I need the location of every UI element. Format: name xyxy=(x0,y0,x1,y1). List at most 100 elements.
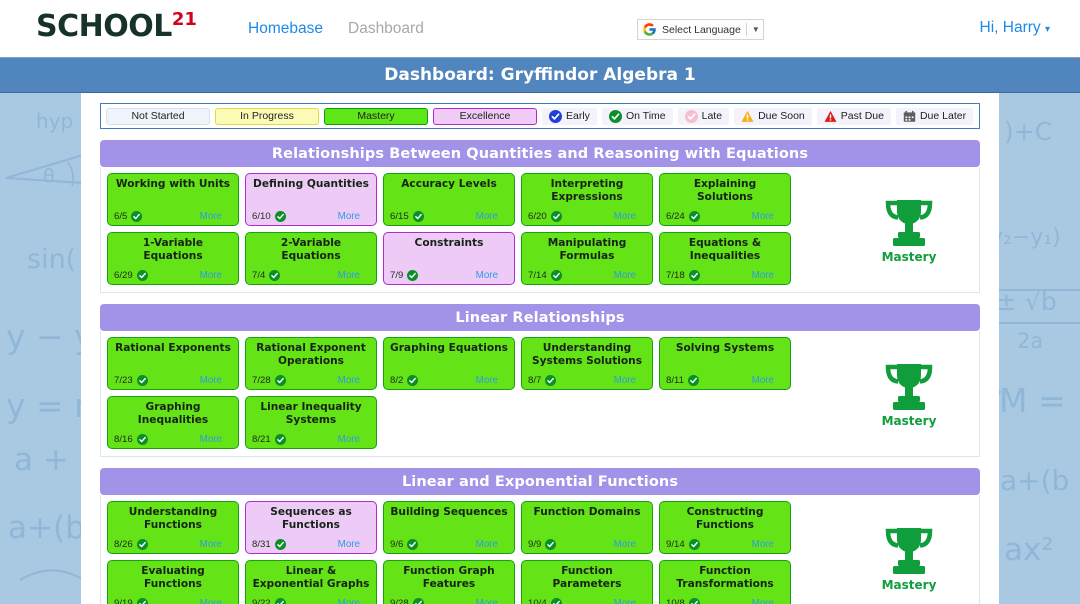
chevron-down-icon[interactable]: ▼ xyxy=(752,25,760,34)
user-menu[interactable]: Hi, Harry ▾ xyxy=(980,19,1050,37)
legend-timing-late[interactable]: Late xyxy=(677,107,730,125)
tile-more-link[interactable]: More xyxy=(200,211,222,222)
tile-due-date: 9/6 xyxy=(390,539,404,550)
tile-due-date: 9/14 xyxy=(666,539,685,550)
standard-tile[interactable]: Understanding Functions 8/26 More xyxy=(107,501,239,554)
standard-tile[interactable]: Working with Units 6/5 More xyxy=(107,173,239,226)
standard-tile[interactable]: Function Graph Features 9/28 More xyxy=(383,560,515,604)
tile-more-link[interactable]: More xyxy=(200,598,222,604)
tile-more-link[interactable]: More xyxy=(338,434,360,445)
standard-tile[interactable]: Rational Exponent Operations 7/28 More xyxy=(245,337,377,390)
standard-tile[interactable]: Function Domains 9/9 More xyxy=(521,501,653,554)
legend-status-ns[interactable]: Not Started xyxy=(106,107,210,125)
legend-status-ip[interactable]: In Progress xyxy=(215,107,319,125)
standard-tile[interactable]: Understanding Systems Solutions 8/7 More xyxy=(521,337,653,390)
tile-more-link[interactable]: More xyxy=(476,211,498,222)
standard-tile[interactable]: Evaluating Functions 9/19 More xyxy=(107,560,239,604)
tile-more-link[interactable]: More xyxy=(338,539,360,550)
tile-more-link[interactable]: More xyxy=(614,270,636,281)
tile-more-link[interactable]: More xyxy=(752,270,774,281)
tile-more-link[interactable]: More xyxy=(338,211,360,222)
tile-more-link[interactable]: More xyxy=(200,270,222,281)
tile-more-link[interactable]: More xyxy=(752,539,774,550)
bg-note-plusc: )+C xyxy=(1004,117,1052,146)
bg-note-apb2: a+(b xyxy=(1000,464,1069,497)
standard-tile[interactable]: Function Parameters 10/4 More xyxy=(521,560,653,604)
nav-link-homebase[interactable]: Homebase xyxy=(248,20,323,38)
tile-more-link[interactable]: More xyxy=(614,539,636,550)
tile-more-link[interactable]: More xyxy=(200,434,222,445)
legend-timing-due-later[interactable]: Due Later xyxy=(895,107,974,125)
check-circle-green-icon xyxy=(407,539,419,550)
tile-more-link[interactable]: More xyxy=(476,598,498,604)
legend-timing-early[interactable]: Early xyxy=(542,107,597,125)
standard-tile[interactable]: Equations & Inequalities 7/18 More xyxy=(659,232,791,285)
tile-due-date: 7/23 xyxy=(114,375,133,386)
tile-more-link[interactable]: More xyxy=(476,270,498,281)
tile-more-link[interactable]: More xyxy=(752,375,774,386)
warning-triangle-amber-icon xyxy=(741,110,754,123)
tile-more-link[interactable]: More xyxy=(338,270,360,281)
standard-tile[interactable]: Linear Inequality Systems 8/21 More xyxy=(245,396,377,449)
standard-tile[interactable]: Solving Systems 8/11 More xyxy=(659,337,791,390)
standard-tile[interactable]: Accuracy Levels 6/15 More xyxy=(383,173,515,226)
standard-tile[interactable]: 2-Variable Equations 7/4 More xyxy=(245,232,377,285)
calendar-gray-icon xyxy=(903,110,916,123)
tile-more-link[interactable]: More xyxy=(200,539,222,550)
check-circle-green-icon xyxy=(545,375,557,386)
check-circle-green-icon xyxy=(412,598,424,604)
logo-text: SCHOOL xyxy=(36,9,172,44)
language-selector[interactable]: Select Language ▼ xyxy=(637,19,764,40)
tile-more-link[interactable]: More xyxy=(614,598,636,604)
standard-tile[interactable]: Defining Quantities 6/10 More xyxy=(245,173,377,226)
tile-more-link[interactable]: More xyxy=(614,211,636,222)
standard-tile[interactable]: Sequences as Functions 8/31 More xyxy=(245,501,377,554)
legend-timing-due-soon[interactable]: Due Soon xyxy=(734,107,812,125)
tile-title: Graphing Inequalities xyxy=(137,401,209,426)
standard-tile[interactable]: Constraints 7/9 More xyxy=(383,232,515,285)
legend-status-ma[interactable]: Mastery xyxy=(324,107,428,125)
standard-tile[interactable]: 1-Variable Equations 6/29 More xyxy=(107,232,239,285)
standard-tile[interactable]: Manipulating Formulas 7/14 More xyxy=(521,232,653,285)
tile-due-date: 8/21 xyxy=(252,434,271,445)
tile-grid: Understanding Functions 8/26 More Sequences… xyxy=(107,501,845,604)
section-header[interactable]: Linear and Exponential Functions xyxy=(100,468,980,495)
school21-logo[interactable]: SCHOOL21 xyxy=(36,9,197,44)
standard-tile[interactable]: Constructing Functions 9/14 More xyxy=(659,501,791,554)
legend-timing-label: Due Later xyxy=(919,110,967,122)
tile-more-link[interactable]: More xyxy=(476,375,498,386)
tile-due-date: 7/9 xyxy=(390,270,404,281)
standard-tile[interactable]: Explaining Solutions 6/24 More xyxy=(659,173,791,226)
check-circle-green-icon xyxy=(136,539,148,550)
standard-tile[interactable]: Interpreting Expressions 6/20 More xyxy=(521,173,653,226)
tile-more-link[interactable]: More xyxy=(338,598,360,604)
top-navigation-bar: SCHOOL21 Homebase Dashboard Select Langu… xyxy=(0,0,1080,57)
tile-more-link[interactable]: More xyxy=(476,539,498,550)
nav-link-dashboard[interactable]: Dashboard xyxy=(348,20,424,38)
tile-grid: Rational Exponents 7/23 More Rational Expon… xyxy=(107,337,845,449)
legend-timing-past-due[interactable]: Past Due xyxy=(816,107,891,125)
standard-tile[interactable]: Graphing Inequalities 8/16 More xyxy=(107,396,239,449)
section-header[interactable]: Relationships Between Quantities and Rea… xyxy=(100,140,980,167)
legend-status-ex[interactable]: Excellence xyxy=(433,107,537,125)
tile-more-link[interactable]: More xyxy=(752,211,774,222)
tile-more-link[interactable]: More xyxy=(338,375,360,386)
section-header[interactable]: Linear Relationships xyxy=(100,304,980,331)
standard-tile[interactable]: Building Sequences 9/6 More xyxy=(383,501,515,554)
standard-tile[interactable]: Linear & Exponential Graphs 9/22 More xyxy=(245,560,377,604)
tile-due-date: 9/28 xyxy=(390,598,409,604)
dashboard-content-panel: Not Started In Progress Mastery Excellence E… xyxy=(81,93,999,604)
tile-more-link[interactable]: More xyxy=(752,598,774,604)
standard-tile[interactable]: Graphing Equations 8/2 More xyxy=(383,337,515,390)
check-circle-green-icon xyxy=(407,270,419,281)
tile-footer: 8/2 More xyxy=(390,375,508,386)
tile-due-date: 6/5 xyxy=(114,211,128,222)
tile-footer: 8/26 More xyxy=(114,539,232,550)
bg-note-sin: sin( xyxy=(27,244,76,275)
tile-more-link[interactable]: More xyxy=(200,375,222,386)
legend-timing-on-time[interactable]: On Time xyxy=(601,107,673,125)
sections-container: Relationships Between Quantities and Rea… xyxy=(100,140,980,604)
standard-tile[interactable]: Rational Exponents 7/23 More xyxy=(107,337,239,390)
tile-more-link[interactable]: More xyxy=(614,375,636,386)
standard-tile[interactable]: Function Transformations 10/8 More xyxy=(659,560,791,604)
